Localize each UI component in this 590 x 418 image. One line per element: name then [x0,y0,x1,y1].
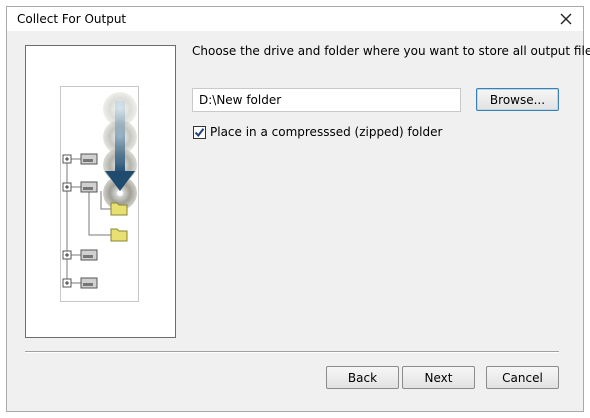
illustration-panel [25,45,176,338]
close-button[interactable] [555,9,577,29]
folder-path-input[interactable] [192,88,461,112]
zip-checkbox-row[interactable]: Place in a compresssed (zipped) folder [193,124,442,140]
zip-checkbox[interactable] [193,125,206,139]
next-button[interactable]: Next [402,366,475,389]
dialog-window: Collect For Output Choose the drive and … [6,6,590,412]
collect-output-illustration [62,92,137,289]
footer-separator [25,351,559,353]
instruction-text: Choose the drive and folder where you wa… [192,44,590,58]
browse-button[interactable]: Browse... [476,88,559,111]
close-icon [560,13,572,25]
cancel-button[interactable]: Cancel [486,366,559,389]
zip-checkbox-label: Place in a compresssed (zipped) folder [210,125,443,139]
illustration-frame [60,86,139,302]
back-button[interactable]: Back [326,366,399,389]
window-title: Collect For Output [17,12,127,26]
title-bar[interactable]: Collect For Output [7,7,583,31]
checkmark-icon [194,127,205,137]
